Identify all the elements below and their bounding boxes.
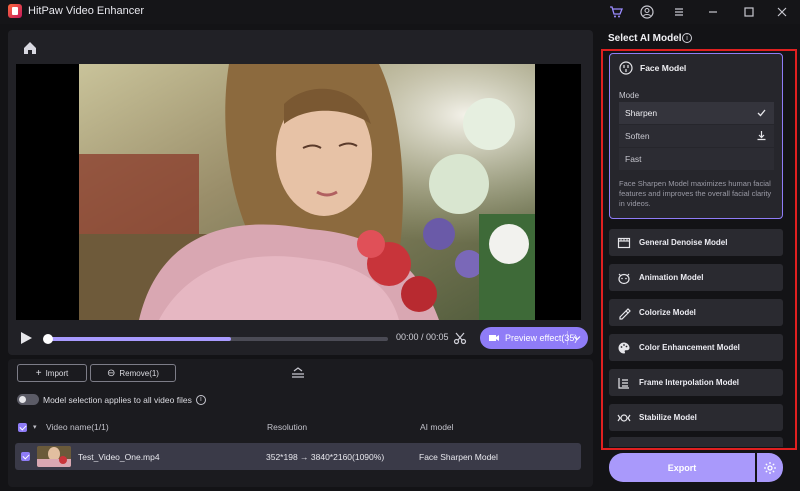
animation-icon	[618, 273, 630, 284]
home-icon[interactable]	[22, 40, 38, 56]
file-list-panel: + Import ⊖ Remove(1) Model selection app…	[8, 359, 593, 487]
plus-icon: +	[35, 367, 42, 379]
import-button[interactable]: + Import	[17, 364, 87, 382]
video-thumbnail	[37, 446, 71, 467]
frame-interpolation-icon	[618, 377, 629, 389]
stabilize-icon	[617, 413, 631, 422]
video-ai-model: Face Sharpen Model	[419, 452, 498, 462]
timeline-handle[interactable]	[43, 334, 53, 344]
model-animation[interactable]: Animation Model	[609, 264, 783, 291]
timeline-progress	[46, 337, 231, 341]
mode-option-label: Sharpen	[625, 108, 658, 118]
mode-option-soften[interactable]: Soften	[619, 125, 774, 147]
checkmark-icon	[757, 109, 766, 117]
account-icon[interactable]	[638, 3, 656, 21]
chevron-down-icon[interactable]	[573, 334, 581, 342]
model-label: Colorize Model	[639, 308, 696, 317]
face-model-description: Face Sharpen Model maximizes human facia…	[619, 179, 772, 208]
panel-title: Select AI Model	[608, 33, 682, 44]
model-label: General Denoise Model	[639, 238, 728, 247]
model-colorize[interactable]: Colorize Model	[609, 299, 783, 326]
model-label: Color Enhancement Model	[639, 343, 740, 352]
time-display: 00:00 / 00:05	[396, 332, 449, 342]
remove-button[interactable]: ⊖ Remove(1)	[90, 364, 176, 382]
play-icon[interactable]	[18, 330, 34, 346]
model-label: Frame Interpolation Model	[639, 378, 740, 387]
cart-icon[interactable]	[607, 3, 625, 21]
gear-icon[interactable]	[757, 453, 783, 482]
model-panel: Select AI Model i Face Model Mode Sharpe…	[600, 24, 800, 491]
video-file-name: Test_Video_One.mp4	[78, 452, 160, 462]
table-header: ▾ Video name(1/1) Resolution AI model	[17, 421, 587, 435]
preview-effect-button[interactable]: Preview effect(35)	[480, 327, 588, 349]
collapse-icon[interactable]	[291, 366, 305, 378]
remove-label: Remove(1)	[119, 368, 159, 378]
apply-all-label: Model selection applies to all video fil…	[43, 394, 192, 405]
model-stabilize[interactable]: Stabilize Model	[609, 404, 783, 431]
model-label: Stabilize Model	[639, 413, 697, 422]
maximize-icon[interactable]	[740, 3, 758, 21]
video-frame-image	[79, 64, 535, 320]
select-all-checkbox[interactable]	[18, 423, 27, 432]
app-title: HitPaw Video Enhancer	[28, 5, 144, 17]
info-icon[interactable]: i	[195, 394, 206, 405]
player-panel: 00:00 / 00:05 Preview effect(35)	[8, 30, 593, 355]
apply-all-toggle[interactable]	[17, 394, 39, 405]
column-resolution: Resolution	[267, 422, 308, 432]
face-icon	[619, 61, 633, 75]
scissors-icon[interactable]	[453, 331, 467, 345]
apply-all-toggle-row: Model selection applies to all video fil…	[17, 394, 206, 405]
export-label: Export	[667, 462, 697, 473]
video-resolution: 352*198 → 3840*2160(1090%)	[266, 452, 385, 462]
export-button[interactable]: Export	[609, 453, 755, 482]
mode-label: Mode	[619, 91, 640, 100]
table-row[interactable]: Test_Video_One.mp4 352*198 → 3840*2160(1…	[15, 443, 581, 470]
model-frame-interpolation[interactable]: Frame Interpolation Model	[609, 369, 783, 396]
mode-option-label: Soften	[625, 131, 650, 141]
timeline-slider[interactable]	[43, 334, 388, 344]
menu-icon[interactable]	[670, 3, 688, 21]
column-ai-model: AI model	[420, 422, 454, 432]
remove-circle-icon: ⊖	[107, 367, 116, 379]
face-model-card[interactable]: Face Model Mode Sharpen Soften Fast Face…	[609, 53, 783, 219]
download-icon[interactable]	[756, 130, 767, 141]
model-label: Animation Model	[639, 273, 704, 282]
column-video-name[interactable]: Video name(1/1)	[46, 422, 109, 432]
mode-option-label: Fast	[625, 154, 642, 164]
model-color-enhancement[interactable]: Color Enhancement Model	[609, 334, 783, 361]
minimize-icon[interactable]	[704, 3, 722, 21]
mode-option-fast[interactable]: Fast	[619, 148, 774, 170]
mode-option-sharpen[interactable]: Sharpen	[619, 102, 774, 124]
colorize-icon	[619, 307, 631, 320]
row-checkbox[interactable]	[21, 452, 30, 461]
close-icon[interactable]	[773, 3, 791, 21]
denoise-icon	[617, 237, 631, 248]
video-preview[interactable]	[16, 64, 581, 320]
playback-controls: 00:00 / 00:05 Preview effect(35)	[16, 327, 588, 351]
divider	[567, 331, 568, 345]
face-model-title: Face Model	[640, 63, 687, 73]
import-label: Import	[45, 368, 69, 378]
app-window: HitPaw Video Enhancer 00:00 / 00:05 Prev…	[0, 0, 800, 491]
title-bar: HitPaw Video Enhancer	[0, 0, 800, 24]
camera-icon	[489, 335, 499, 341]
model-item-partial[interactable]	[609, 437, 783, 447]
model-general-denoise[interactable]: General Denoise Model	[609, 229, 783, 256]
palette-icon	[618, 342, 630, 353]
info-icon[interactable]: i	[682, 33, 692, 43]
chevron-down-icon[interactable]: ▾	[33, 423, 37, 431]
app-logo-icon	[8, 4, 22, 18]
